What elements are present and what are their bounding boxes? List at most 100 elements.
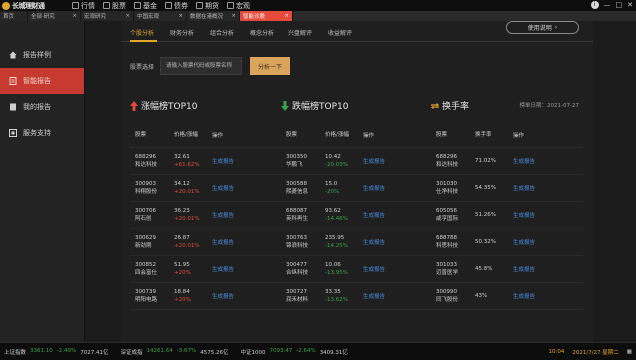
bond-icon xyxy=(165,2,172,9)
index-csi1000[interactable]: 中证1000 7093.47 -2.64% 3409.31亿 xyxy=(240,348,347,356)
close-icon[interactable]: × xyxy=(284,13,289,19)
change-pct: +20.01% xyxy=(174,189,200,195)
price-cell: 15.0 -20% xyxy=(325,180,363,196)
section-title-text: 跌幅榜TOP10 xyxy=(292,102,349,112)
change-pct: +20% xyxy=(174,270,191,276)
generate-report-link[interactable]: 生成报告 xyxy=(363,184,413,192)
generate-report-link[interactable]: 生成报告 xyxy=(363,238,413,246)
stock-code: 688087 xyxy=(286,208,307,214)
price-cell: 18.84 +20% xyxy=(174,288,212,304)
index-volume: 7027.41亿 xyxy=(80,349,109,356)
main-menu: 行情 股票 基金 债券 期货 宏观 xyxy=(72,1,250,11)
generate-report-link[interactable]: 生成报告 xyxy=(363,211,413,219)
tab-financial-analysis[interactable]: 财务分析 xyxy=(170,28,194,37)
index-name: 深证成指 xyxy=(120,349,143,356)
turnover-rate: 50.32% xyxy=(475,239,496,245)
generate-report-link[interactable]: 生成报告 xyxy=(212,238,262,246)
turnover-rate: 51.26% xyxy=(475,212,496,218)
stock-cell: 301030 仕净科技 xyxy=(431,180,475,196)
turnover-rate: 54.35% xyxy=(475,185,496,191)
tab-china-macro[interactable]: 中国宏观 × xyxy=(134,11,187,21)
stock-search-input[interactable] xyxy=(160,57,243,75)
price: 51.95 xyxy=(174,262,190,268)
sidebar-item-my-report[interactable]: 我的报告 xyxy=(0,94,84,120)
tab-macro-research[interactable]: 宏观研究 × xyxy=(81,11,134,21)
sidebar-item-support[interactable]: 服务支持 xyxy=(0,120,84,146)
index-sh[interactable]: 上证指数 3361.10 -2.49% 7027.41亿 xyxy=(4,348,108,356)
stock-code: 301033 xyxy=(436,262,457,268)
tab-portfolio-analysis[interactable]: 组合分析 xyxy=(210,28,234,37)
table-row: 688296 和达科技 71.02% 生成报告 xyxy=(431,148,583,175)
generate-report-link[interactable]: 生成报告 xyxy=(212,211,262,219)
close-icon[interactable]: × xyxy=(125,13,130,19)
generate-report-link[interactable]: 生成报告 xyxy=(513,292,563,300)
generate-report-link[interactable]: 生成报告 xyxy=(212,157,262,165)
menu-item-macro[interactable]: 宏观 xyxy=(227,1,250,11)
table-row: 688296 和达科技 32.61 +61.62% 生成报告 xyxy=(130,148,282,175)
stock-code: 300903 xyxy=(135,181,156,187)
menu-item-market[interactable]: 行情 xyxy=(72,1,95,11)
generate-report-link[interactable]: 生成报告 xyxy=(212,184,262,192)
stock-code: 300990 xyxy=(436,289,457,295)
change-pct: -14.46% xyxy=(325,216,348,222)
price-cell: 36.23 +20.01% xyxy=(174,207,212,223)
stock-cell: 300588 熙菱信息 xyxy=(281,180,325,196)
index-sz[interactable]: 深证成指 14261.64 -3.67% 4575.26亿 xyxy=(120,348,228,356)
price-cell: 10.06 -13.95% xyxy=(325,261,363,277)
close-icon[interactable]: × xyxy=(72,13,77,19)
price: 15.0 xyxy=(325,181,338,187)
generate-report-link[interactable]: 生成报告 xyxy=(513,211,563,219)
analyze-button[interactable]: 分析一下 xyxy=(250,57,291,75)
maximize-icon[interactable]: □ xyxy=(616,1,623,9)
table-row: 300852 四会富仕 51.95 +20% 生成报告 xyxy=(130,256,282,283)
section-title-text: 涨幅榜TOP10 xyxy=(141,102,198,112)
minimize-icon[interactable]: — xyxy=(604,1,611,9)
stock-cell: 301033 迈普医学 xyxy=(431,261,475,277)
grid-icon[interactable]: ▦ xyxy=(627,349,632,355)
my-report-icon xyxy=(10,103,16,111)
stock-name: 迈普医学 xyxy=(436,270,459,276)
tab-stock-analysis[interactable]: 个股分析 xyxy=(130,28,154,37)
help-label: 使用说明 xyxy=(527,25,552,32)
generate-report-link[interactable]: 生成报告 xyxy=(513,184,563,192)
tab-all-research[interactable]: 全部·研究 × xyxy=(28,11,81,21)
generate-report-link[interactable]: 生成报告 xyxy=(363,292,413,300)
status-bar: 上证指数 3361.10 -2.49% 7027.41亿 深证成指 14261.… xyxy=(0,342,636,360)
stock-name: 仕净科技 xyxy=(436,189,459,195)
stock-code: 688788 xyxy=(436,235,457,241)
generate-report-link[interactable]: 生成报告 xyxy=(513,238,563,246)
generate-report-link[interactable]: 生成报告 xyxy=(513,157,563,165)
stock-name: 新劲刚 xyxy=(135,243,152,249)
section-title-text: 换手率 xyxy=(442,102,470,112)
tab-return-review[interactable]: 收益解评 xyxy=(328,28,352,37)
stock-code: 300727 xyxy=(286,289,307,295)
stock-code: 300350 xyxy=(286,154,307,160)
close-icon[interactable]: ✕ xyxy=(627,1,633,9)
generate-report-link[interactable]: 生成报告 xyxy=(212,265,262,273)
tab-hk-data[interactable]: 数据在港概况 × xyxy=(187,11,240,21)
tab-smart-diagnosis[interactable]: 智能诊股 × xyxy=(240,11,293,21)
menu-item-stock[interactable]: 股票 xyxy=(103,1,126,11)
help-button[interactable]: 使用说明 › xyxy=(506,21,579,34)
info-icon[interactable]: i xyxy=(590,1,599,9)
menu-item-fund[interactable]: 基金 xyxy=(134,1,157,11)
report-icon xyxy=(9,77,17,85)
sidebar-item-samples[interactable]: 报告样例 xyxy=(0,42,84,68)
stock-code: 300763 xyxy=(286,235,307,241)
close-icon[interactable]: × xyxy=(178,13,183,19)
arrow-up-icon xyxy=(130,100,138,111)
clock-time: 10:04 xyxy=(548,349,565,355)
generate-report-link[interactable]: 生成报告 xyxy=(363,157,413,165)
tab-market-review[interactable]: 兴盘解评 xyxy=(288,28,312,37)
close-icon[interactable]: × xyxy=(231,13,236,19)
menu-item-futures[interactable]: 期货 xyxy=(196,1,219,11)
stock-cell: 300852 四会富仕 xyxy=(130,261,174,277)
sidebar-item-smart-report[interactable]: 智能报告 xyxy=(0,68,84,94)
generate-report-link[interactable]: 生成报告 xyxy=(363,265,413,273)
header-cell: 操作 xyxy=(212,133,224,139)
tab-home[interactable]: 首页 xyxy=(0,11,28,21)
generate-report-link[interactable]: 生成报告 xyxy=(513,265,563,273)
tab-concept-analysis[interactable]: 概念分析 xyxy=(250,28,274,37)
generate-report-link[interactable]: 生成报告 xyxy=(212,292,262,300)
menu-item-bond[interactable]: 债券 xyxy=(165,1,188,11)
